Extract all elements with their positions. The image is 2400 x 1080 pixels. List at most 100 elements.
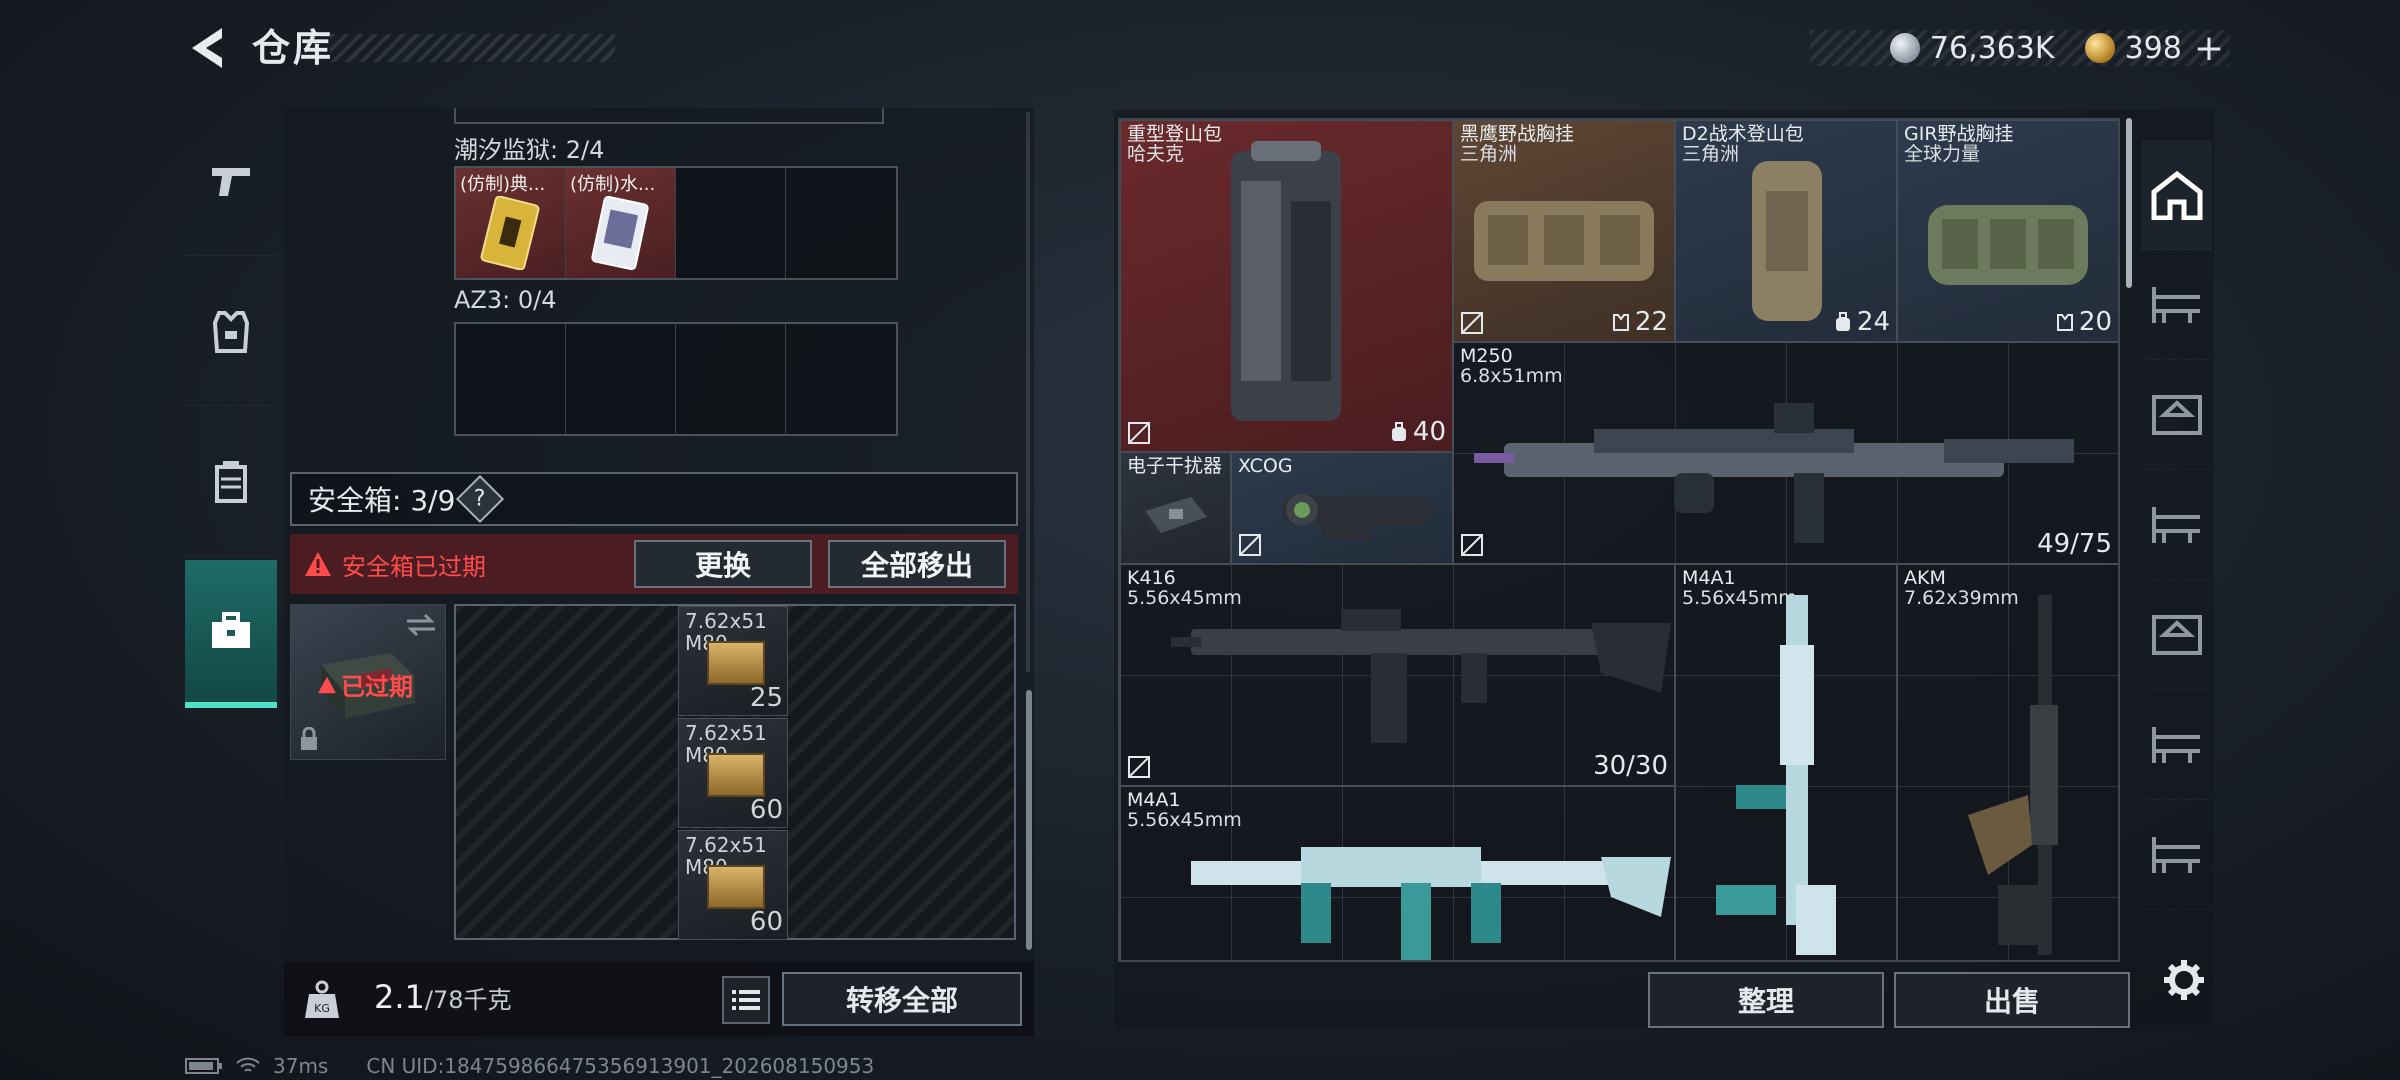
shelf-icon: [2152, 286, 2200, 323]
tide-item-name: (仿制)典...: [460, 174, 546, 195]
weight-value: 2.1: [374, 978, 425, 1016]
filter-shelf-3-button[interactable]: [2142, 470, 2212, 580]
wifi-icon: [236, 1057, 260, 1072]
item-name: 黑鹰野战胸挂: [1460, 123, 1575, 145]
expired-tile-status: 已过期: [317, 667, 413, 702]
container-grid-top-edge: [454, 108, 884, 124]
ammo-item[interactable]: 7.62x51 M80 60: [678, 718, 788, 828]
item-origin: 哈夫克: [1127, 143, 1185, 165]
gold-amount: 398: [2124, 30, 2182, 66]
item-name: M4A1: [1127, 789, 1181, 811]
inventory-item[interactable]: 重型登山包 哈夫克 40: [1120, 120, 1453, 452]
tide-item-slot[interactable]: (仿制)典...: [456, 168, 566, 278]
empty-slot[interactable]: [786, 168, 896, 278]
silver-coin-icon: [1889, 33, 1920, 63]
no-trade-icon: [1461, 312, 1483, 334]
inventory-item[interactable]: AKM 7.62x39mm: [1897, 564, 2118, 960]
sell-button[interactable]: 出售: [1894, 972, 2130, 1028]
tab-safebox[interactable]: [185, 560, 277, 708]
empty-slot[interactable]: [456, 324, 566, 434]
empty-slot[interactable]: [566, 324, 676, 434]
empty-slot[interactable]: [676, 324, 786, 434]
filter-shelf-6-button[interactable]: [2142, 800, 2212, 910]
safebox-tile[interactable]: 已过期: [290, 604, 446, 760]
inventory-item[interactable]: 黑鹰野战胸挂 三角洲 22: [1453, 120, 1675, 342]
sort-button[interactable]: 整理: [1648, 972, 1884, 1028]
inventory-item[interactable]: 电子干扰器: [1120, 452, 1231, 564]
az3-grid: [454, 322, 898, 436]
filter-shelf-5-button[interactable]: [2142, 690, 2212, 800]
access-card-icon: [591, 196, 649, 270]
safebox-capacity-label: 安全箱: 3/9: [308, 484, 456, 517]
shelf-icon: [2152, 614, 2202, 655]
remove-all-button[interactable]: 全部移出: [828, 540, 1006, 588]
tab-weapons[interactable]: [185, 108, 277, 256]
replace-button[interactable]: 更换: [634, 540, 812, 588]
ammo-item[interactable]: 7.62x51 M80 60: [678, 830, 788, 940]
inventory-item[interactable]: XCOG: [1231, 452, 1453, 564]
key-card-icon: [480, 196, 540, 270]
tab-gear[interactable]: [185, 258, 277, 406]
bag-capacity-icon: [1391, 422, 1406, 441]
item-capacity-value: 22: [1634, 307, 1668, 337]
back-button[interactable]: [180, 22, 232, 74]
filter-all-button[interactable]: [2142, 140, 2212, 250]
inventory-item[interactable]: M4A1 5.56x45mm: [1675, 564, 1897, 960]
warning-icon: [305, 552, 331, 576]
filter-shelf-1-button[interactable]: [2142, 250, 2212, 360]
ammo-box-icon: [707, 865, 765, 909]
container-scrollbar-track[interactable]: [1026, 112, 1030, 672]
inventory-item[interactable]: M4A1 5.56x45mm: [1120, 786, 1675, 960]
ammo-item[interactable]: 7.62x51 M80 25: [678, 606, 788, 716]
vest-capacity-icon: [2056, 314, 2073, 331]
tide-item-slot[interactable]: (仿制)水...: [566, 168, 676, 278]
ammo-caliber: 7.62x51: [685, 721, 767, 745]
help-glyph: ?: [474, 486, 487, 512]
settings-button[interactable]: [2156, 952, 2212, 1008]
list-view-button[interactable]: [722, 976, 770, 1024]
chest-rig-icon: [1474, 201, 1654, 281]
tide-prison-label: 潮汐监狱: 2/4: [454, 136, 605, 164]
inventory-item[interactable]: GIR野战胸挂 全球力量 20: [1897, 120, 2118, 342]
no-trade-icon: [1239, 534, 1261, 556]
ammo-box-icon: [707, 753, 765, 797]
warning-icon: [318, 676, 336, 693]
ammo-caliber: 7.62x51: [685, 833, 767, 857]
item-ammo-count: 49/75: [2037, 529, 2112, 559]
empty-slot[interactable]: [676, 168, 786, 278]
page-title: 仓库: [252, 26, 335, 70]
uid-readout: CN UID:1847598664753569139​01_2026081509…: [366, 1054, 875, 1078]
list-icon: [732, 990, 760, 1010]
warehouse-filter-rail: [2142, 140, 2212, 910]
tab-consumables[interactable]: [185, 408, 277, 556]
battery-icon: [185, 1058, 222, 1074]
weight-readout: 2.1/78千克: [374, 978, 512, 1016]
pistol-icon: [212, 167, 250, 196]
filter-shelf-4-button[interactable]: [2142, 580, 2212, 690]
weight-icon: KG: [298, 976, 346, 1024]
scope-icon: [1282, 494, 1432, 539]
shelf-icon: [2152, 506, 2200, 543]
ping-readout: 37ms: [273, 1054, 329, 1078]
item-name: K416: [1127, 567, 1176, 589]
shelf-icon: [2152, 394, 2202, 435]
safebox-scrollbar[interactable]: [1026, 690, 1032, 950]
no-trade-icon: [1128, 422, 1150, 444]
rifle-icon: [1171, 609, 1671, 743]
empty-slot[interactable]: [786, 324, 896, 434]
add-currency-button[interactable]: +: [2194, 28, 2224, 69]
rifle-icon: [1968, 595, 2058, 955]
inventory-item[interactable]: M250 6.8x51mm 49/75: [1453, 342, 2118, 564]
warehouse-scrollbar[interactable]: [2126, 118, 2132, 288]
silver-amount: 76,363K: [1929, 30, 2055, 66]
help-icon[interactable]: ?: [456, 474, 505, 524]
weight-bar: KG 2.1/78千克 转移全部: [284, 962, 1034, 1036]
expired-notice: 安全箱已过期: [342, 552, 486, 581]
inventory-item[interactable]: D2战术登山包 三角洲 24: [1675, 120, 1897, 342]
weight-capacity: /78千克: [424, 986, 512, 1014]
filter-shelf-2-button[interactable]: [2142, 360, 2212, 470]
transfer-all-button[interactable]: 转移全部: [782, 972, 1022, 1026]
inventory-item[interactable]: K416 5.56x45mm 30/30: [1120, 564, 1675, 786]
shelf-icon: [2152, 726, 2200, 763]
item-name: M250: [1460, 345, 1513, 367]
